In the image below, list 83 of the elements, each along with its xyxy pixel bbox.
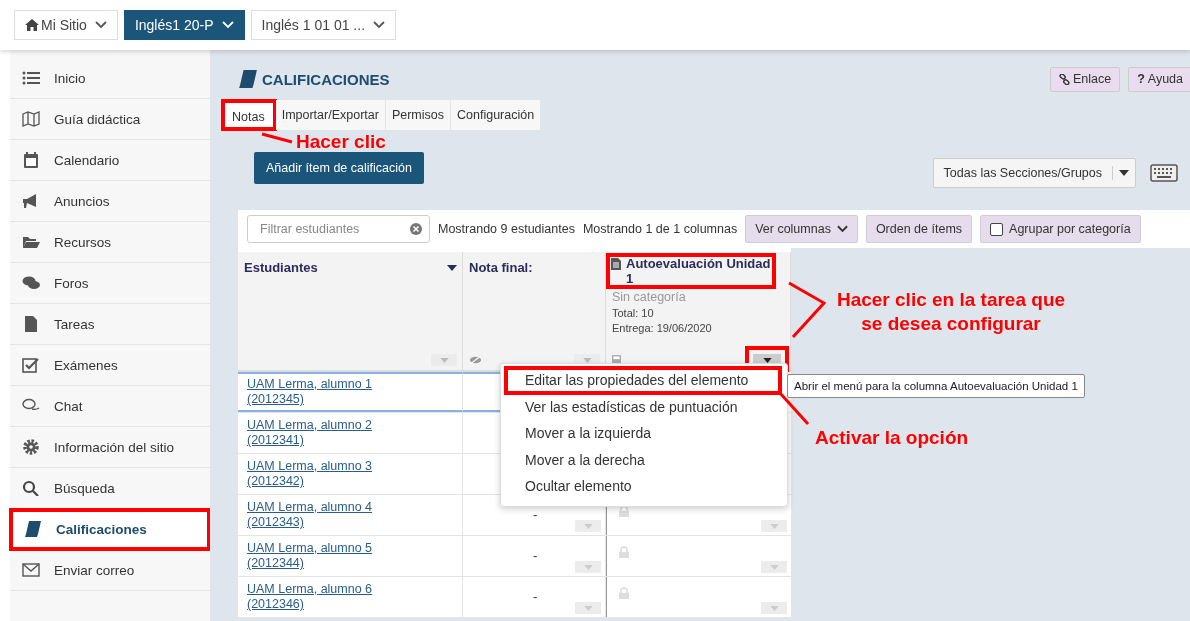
category-label: Sin categoría — [612, 290, 687, 304]
link-icon — [1058, 73, 1070, 85]
tooltip: Abrir el menú para la columna Autoevaluación Unidad 1 — [787, 374, 1085, 398]
sidebar-item[interactable]: Calendario — [10, 140, 210, 181]
final-grade: - — [533, 589, 538, 604]
chevron-down-icon — [373, 21, 386, 29]
map-icon — [22, 111, 40, 127]
annotation-text: Hacer clic en la tarea que se desea configurar — [835, 288, 1067, 336]
annotation-text: Activar la opción — [815, 426, 969, 450]
help-button[interactable]: ? Ayuda — [1128, 66, 1190, 92]
caret-icon — [583, 605, 593, 611]
page-title: CALIFICACIONES — [262, 70, 390, 88]
section-dropdown[interactable]: Todas las Secciones/Grupos — [932, 158, 1136, 188]
checkbox-icon — [22, 357, 40, 373]
leader-line — [261, 132, 293, 144]
column-title[interactable]: Autoevaluación Unidad 1 — [607, 254, 775, 288]
tab[interactable]: Permisos — [385, 100, 451, 130]
chevron-down-icon — [221, 21, 234, 29]
envelope-icon — [22, 562, 40, 578]
site-selector[interactable]: Inglés1 20-P — [123, 10, 245, 40]
due-date: Entrega: 19/06/2020 — [612, 322, 713, 334]
document-icon — [22, 316, 40, 332]
cell-menu-button[interactable] — [575, 520, 601, 532]
bubbles-icon — [22, 275, 40, 291]
student-link[interactable]: UAM Lerma, alumno 2 (2012341) — [247, 418, 397, 448]
hidden-eye-icon — [469, 356, 482, 364]
column-title[interactable]: Estudiantes — [244, 260, 318, 275]
cell-menu-button[interactable] — [761, 602, 787, 614]
caret-icon — [583, 564, 593, 570]
tab[interactable]: Importar/Exportar — [275, 100, 386, 130]
home-icon — [25, 19, 39, 31]
menu-item[interactable]: Mover a la derecha — [505, 446, 781, 473]
leader-line — [778, 392, 810, 425]
student-link[interactable]: UAM Lerma, alumno 6 (2012346) — [247, 582, 397, 612]
caret-icon — [769, 564, 779, 570]
cell-menu-button[interactable] — [575, 561, 601, 573]
keyboard-icon[interactable] — [1150, 164, 1178, 182]
filter-field[interactable]: Filtrar estudiantes — [247, 215, 430, 243]
cell-menu-button[interactable] — [575, 602, 601, 614]
sidebar-item[interactable]: Calificaciones — [10, 509, 210, 550]
caret-icon — [439, 357, 449, 363]
list-icon — [22, 70, 40, 86]
student-link[interactable]: UAM Lerma, alumno 5 (2012344) — [247, 541, 397, 571]
cell-menu-button[interactable] — [761, 561, 787, 573]
caret-icon — [583, 523, 593, 529]
chevron-down-icon — [94, 21, 107, 29]
sidebar-item[interactable]: Tareas — [10, 304, 210, 345]
link-button[interactable]: Enlace — [1049, 66, 1121, 92]
student-count: Mostrando 9 estudiantes — [438, 222, 575, 236]
site-selector[interactable]: Mi Sitio — [14, 10, 118, 40]
add-grade-item-button[interactable]: Añadir ítem de calificación — [254, 152, 424, 184]
tab[interactable]: Configuración — [451, 100, 542, 130]
caret-icon — [769, 605, 779, 611]
folder-icon — [22, 234, 40, 250]
column-count: Mostrando 1 de 1 columnas — [582, 222, 738, 236]
tab[interactable]: Notas — [222, 100, 276, 130]
caret-icon — [1119, 170, 1129, 176]
annotation-text: Hacer clic — [296, 131, 386, 152]
toolbar-button[interactable]: Ver columnas — [745, 215, 858, 243]
menu-item[interactable]: Editar las propiedades del elemento — [505, 367, 781, 394]
site-selector[interactable]: Inglés 1 01 01 ... — [250, 10, 397, 40]
student-link[interactable]: UAM Lerma, alumno 3 (2012342) — [247, 459, 397, 489]
final-grade: - — [533, 548, 538, 563]
sort-caret-icon[interactable] — [447, 264, 457, 271]
column-title: Nota final: — [469, 260, 533, 275]
chevron-down-icon — [836, 225, 848, 233]
student-link[interactable]: UAM Lerma, alumno 4 (2012343) — [247, 500, 397, 530]
menu-item[interactable]: Ocultar elemento — [505, 473, 781, 500]
student-link[interactable]: UAM Lerma, alumno 1 (2012345) — [247, 377, 397, 407]
caret-icon — [769, 523, 779, 529]
leader-line — [788, 281, 827, 338]
menu-item[interactable]: Ver las estadísticas de puntuación — [505, 393, 781, 420]
menu-item[interactable]: Mover a la izquierda — [505, 420, 781, 447]
toolbar-button[interactable]: Agrupar por categoría — [980, 215, 1141, 243]
calendar-icon — [22, 152, 40, 168]
toolbar-button[interactable]: Orden de ítems — [865, 215, 973, 243]
cell-menu-button[interactable] — [761, 520, 787, 532]
document-icon — [611, 258, 621, 270]
final-grade: - — [533, 507, 538, 522]
clear-icon[interactable] — [410, 223, 422, 235]
gear-icon — [22, 439, 40, 455]
total-points: Total: 10 — [612, 307, 655, 319]
search-icon — [22, 480, 40, 496]
